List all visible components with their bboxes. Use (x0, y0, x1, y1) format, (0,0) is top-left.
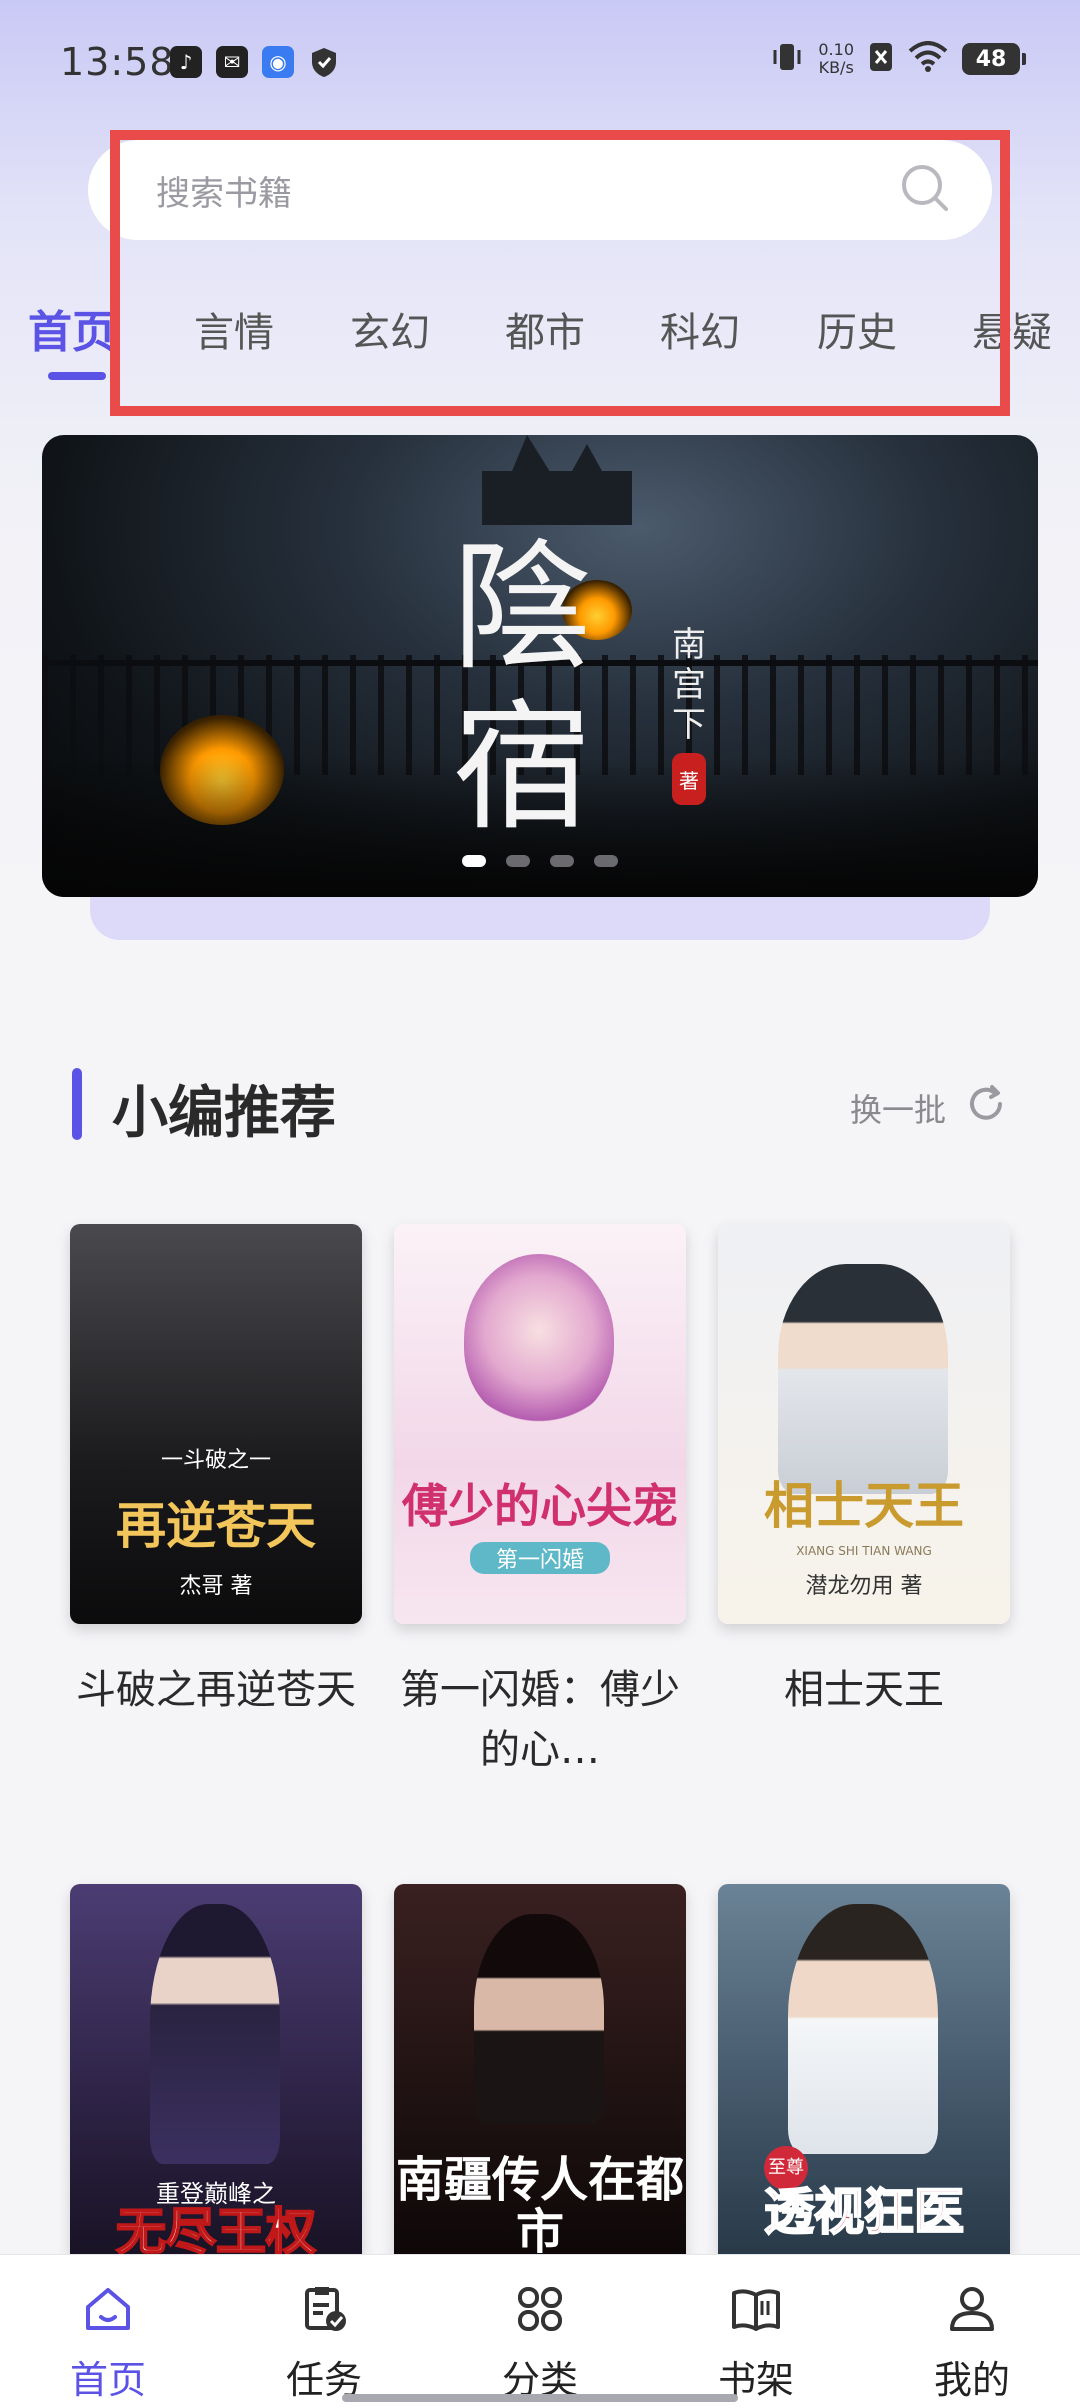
book-cover-title: 傅少的心尖宠 (402, 1479, 678, 1533)
book-cover[interactable]: 一斗破之一 再逆苍天 杰哥 著 (70, 1224, 362, 1624)
search-placeholder: 搜索书籍 (156, 173, 292, 214)
mail-icon: ✉ (216, 46, 248, 78)
tab-urban[interactable]: 都市 (505, 300, 585, 358)
search-input[interactable]: 搜索书籍 (88, 140, 992, 240)
carousel-dot[interactable] (506, 855, 530, 867)
book-cover-subtitle: 一斗破之一 (160, 1448, 271, 1473)
app-icon: ◉ (262, 46, 294, 78)
tab-fantasy[interactable]: 玄幻 (350, 300, 430, 358)
book-cover-art (474, 1914, 604, 2124)
book-cover[interactable]: 傅少的心尖宠 第一闪婚 (394, 1224, 686, 1624)
book-cover-subtitle: 第一闪婚 (470, 1542, 610, 1574)
tiktok-icon: ♪ (170, 46, 202, 78)
battery-icon: 48 (962, 43, 1026, 75)
book-cover-subtitle: XIANG SHI TIAN WANG (796, 1544, 932, 1558)
nav-profile[interactable]: 我的 (864, 2255, 1080, 2408)
nav-home[interactable]: 首页 (0, 2255, 216, 2408)
book-cover[interactable]: 至尊 透视狂医 (718, 1884, 1010, 2284)
tab-history[interactable]: 历史 (817, 300, 897, 358)
status-bar: 13:58 ♪ ✉ ◉ 0.10 KB/s 48 (0, 0, 1080, 130)
refresh-button[interactable]: 换一批 (850, 1082, 1008, 1134)
book-cover-title: 再逆苍天 (116, 1496, 316, 1555)
search-icon[interactable] (898, 161, 952, 219)
carousel-dot[interactable] (594, 855, 618, 867)
net-speed-value: 0.10 (818, 40, 854, 59)
book-cover-art (464, 1254, 614, 1424)
carousel-dot[interactable] (550, 855, 574, 867)
nav-category[interactable]: 分类 (432, 2255, 648, 2408)
wifi-icon (908, 41, 948, 77)
shield-icon (308, 46, 340, 78)
nav-label: 首页 (69, 2358, 146, 2402)
book-card[interactable]: 一斗破之一 再逆苍天 杰哥 著 斗破之再逆苍天 (70, 1224, 362, 1720)
status-time: 13:58 (60, 40, 175, 84)
refresh-label: 换一批 (849, 1091, 946, 1129)
banner-title-line2: 宿 (452, 687, 593, 850)
status-app-icons: ♪ ✉ ◉ (170, 46, 340, 78)
nav-bookshelf[interactable]: 书架 (648, 2255, 864, 2408)
book-cover-title: 南疆传人在都市 (395, 2152, 684, 2260)
book-cover-art (788, 1904, 938, 2154)
category-tabs: 首页 言情 玄幻 都市 科幻 历史 悬疑 (0, 290, 1080, 390)
book-cover-author: 潜龙勿用 著 (805, 1574, 923, 1599)
book-card[interactable]: 至尊 透视狂医 (718, 1884, 1010, 2284)
book-cover-art (778, 1264, 948, 1494)
book-title[interactable]: 相士天王 (718, 1660, 1010, 1720)
banner-author: 南宫下 (672, 625, 706, 745)
book-cover-title: 无尽王权 (115, 2202, 317, 2261)
book-card[interactable]: 南疆传人在都市 (394, 1884, 686, 2284)
banner-carousel[interactable]: 陰 宿 南宫下 著 (42, 435, 1038, 897)
book-card[interactable]: 重登巅峰之 无尽王权 (70, 1884, 362, 2284)
home-indicator[interactable] (342, 2394, 738, 2402)
book-cover-title: 透视狂医 (763, 2182, 965, 2241)
bookshelf-icon (728, 2281, 784, 2337)
tab-active-indicator (48, 372, 106, 380)
tab-scifi[interactable]: 科幻 (660, 300, 740, 358)
nav-label: 我的 (933, 2358, 1010, 2402)
book-title[interactable]: 第一闪婚：傅少的心… (394, 1660, 686, 1780)
home-icon (80, 2281, 136, 2337)
tab-home[interactable]: 首页 (28, 296, 116, 360)
book-card[interactable]: 相士天王 XIANG SHI TIAN WANG 潜龙勿用 著 相士天王 (718, 1224, 1010, 1720)
carousel-dots (42, 855, 1038, 867)
section-accent-bar (72, 1068, 82, 1140)
net-speed: 0.10 KB/s (818, 41, 854, 77)
book-cover-author: 杰哥 著 (179, 1574, 253, 1599)
book-title[interactable]: 斗破之再逆苍天 (70, 1660, 362, 1720)
task-icon (296, 2281, 352, 2337)
tab-mystery[interactable]: 悬疑 (972, 300, 1052, 358)
bottom-nav: 首页 任务 分类 书架 我的 (0, 2254, 1080, 2408)
book-cover[interactable]: 相士天王 XIANG SHI TIAN WANG 潜龙勿用 著 (718, 1224, 1010, 1624)
refresh-icon (964, 1082, 1008, 1134)
tab-romance[interactable]: 言情 (194, 300, 274, 358)
nav-task[interactable]: 任务 (216, 2255, 432, 2408)
net-speed-unit: KB/s (818, 58, 854, 77)
sim-off-icon (868, 41, 894, 77)
book-cover[interactable]: 南疆传人在都市 (394, 1884, 686, 2284)
status-right: 0.10 KB/s 48 (770, 40, 1026, 78)
banner-seal: 著 (672, 753, 706, 805)
book-cover-art (150, 1904, 280, 2164)
book-cover[interactable]: 重登巅峰之 无尽王权 (70, 1884, 362, 2284)
book-cover-title: 相士天王 (764, 1476, 964, 1535)
book-card[interactable]: 傅少的心尖宠 第一闪婚 第一闪婚：傅少的心… (394, 1224, 686, 1780)
profile-icon (944, 2281, 1000, 2337)
carousel-dot[interactable] (462, 855, 486, 867)
category-icon (512, 2281, 568, 2337)
section-title: 小编推荐 (112, 1081, 336, 1146)
vibrate-icon (770, 40, 804, 78)
